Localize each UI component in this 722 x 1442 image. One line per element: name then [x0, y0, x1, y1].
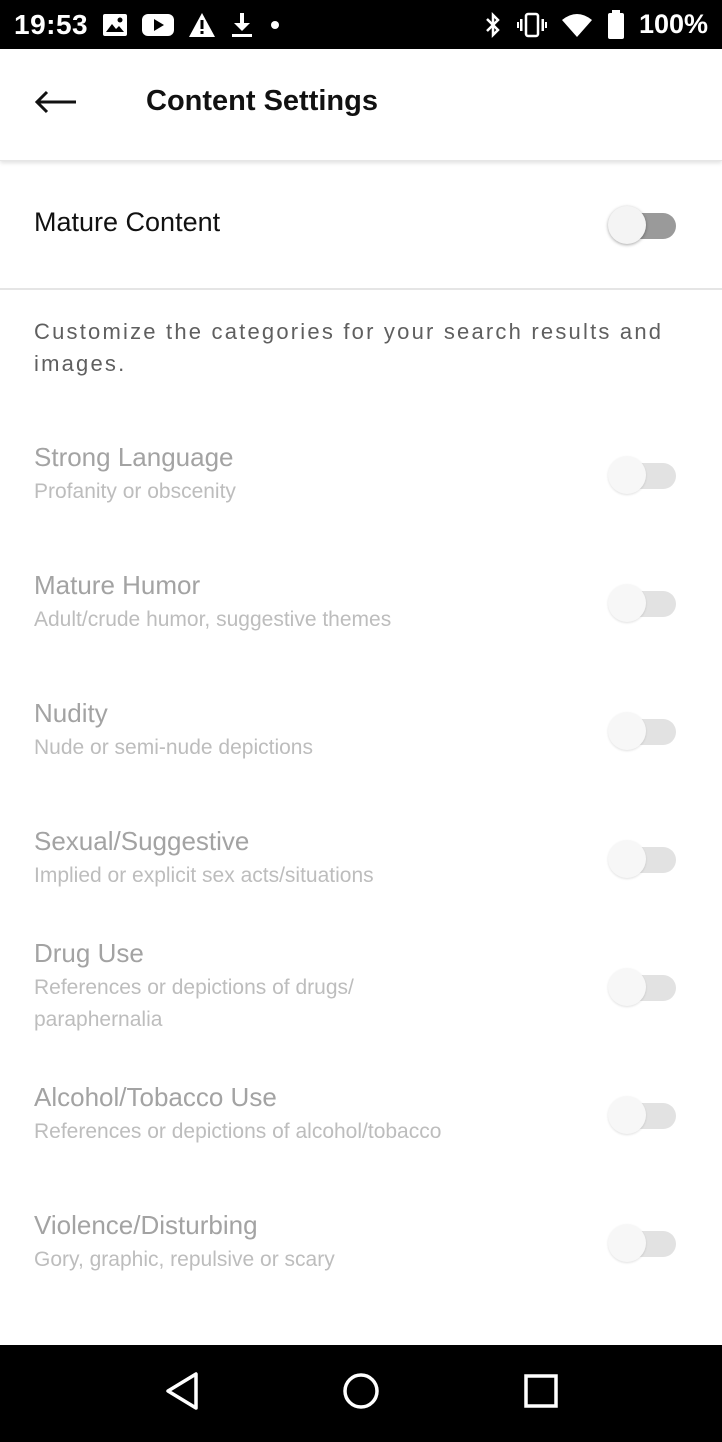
- square-recents-icon: [521, 1371, 561, 1416]
- category-title: Alcohol/Tobacco Use: [34, 1082, 277, 1112]
- categories-description: Customize the categories for your search…: [34, 319, 664, 376]
- notification-dot-icon: [268, 18, 282, 32]
- toggle-thumb: [608, 712, 646, 750]
- category-title: Mature Humor: [34, 570, 201, 600]
- category-subtitle: Nude or semi-nude depictions: [34, 736, 313, 759]
- toggle-thumb: [608, 1224, 646, 1262]
- bluetooth-icon: [483, 11, 503, 39]
- violence-disturbing-toggle[interactable]: [608, 1224, 676, 1262]
- category-subtitle: Gory, graphic, repulsive or scary: [34, 1248, 335, 1271]
- toggle-thumb: [608, 1096, 646, 1134]
- mature-content-row[interactable]: Mature Content: [0, 161, 722, 290]
- nudity-toggle[interactable]: [608, 712, 676, 750]
- download-icon: [230, 12, 254, 38]
- category-title: Nudity: [34, 698, 108, 728]
- sexual-suggestive-toggle[interactable]: [608, 840, 676, 878]
- status-left: 19:53: [14, 9, 282, 41]
- nav-home-button[interactable]: [341, 1371, 381, 1416]
- wifi-icon: [561, 12, 593, 38]
- category-title: Drug Use: [34, 938, 144, 968]
- triangle-back-icon: [164, 1371, 200, 1416]
- category-subtitle: Adult/crude humor, suggestive themes: [34, 608, 392, 631]
- circle-home-icon: [341, 1371, 381, 1416]
- category-title: Sexual/Suggestive: [34, 826, 250, 856]
- vibrate-icon: [516, 12, 547, 38]
- arrow-left-icon: [34, 90, 78, 119]
- alcohol-tobacco-toggle[interactable]: [608, 1096, 676, 1134]
- status-time: 19:53: [14, 8, 89, 40]
- nav-back-button[interactable]: [162, 1371, 202, 1416]
- youtube-icon: [142, 13, 175, 37]
- category-subtitle: References or depictions of drugs/ parap…: [34, 976, 354, 1031]
- battery-icon: [607, 9, 625, 40]
- mature-content-label: Mature Content: [34, 207, 221, 237]
- page-title: Content Settings: [146, 85, 378, 117]
- category-subtitle: References or depictions of alcohol/toba…: [34, 1120, 442, 1143]
- drug-use-toggle[interactable]: [608, 968, 676, 1006]
- app-bar: Content Settings: [0, 49, 722, 161]
- back-button[interactable]: [28, 82, 84, 126]
- strong-language-toggle[interactable]: [608, 456, 676, 494]
- system-nav-bar: [0, 1345, 722, 1442]
- category-subtitle: Implied or explicit sex acts/situations: [34, 864, 374, 887]
- battery-percent: 100%: [638, 9, 708, 39]
- toggle-thumb: [608, 968, 646, 1006]
- gallery-icon: [102, 13, 128, 37]
- category-title: Violence/Disturbing: [34, 1210, 258, 1240]
- toggle-thumb: [608, 584, 646, 622]
- mature-humor-toggle[interactable]: [608, 584, 676, 622]
- warning-icon: [188, 12, 216, 38]
- category-title: Strong Language: [34, 442, 234, 472]
- status-right: 100%: [483, 9, 708, 40]
- mature-content-toggle[interactable]: [608, 206, 676, 244]
- status-bar: 19:53 100%: [0, 0, 722, 49]
- category-subtitle: Profanity or obscenity: [34, 480, 236, 503]
- toggle-thumb: [608, 456, 646, 494]
- toggle-thumb: [608, 206, 646, 244]
- toggle-thumb: [608, 840, 646, 878]
- nav-recents-button[interactable]: [521, 1373, 561, 1413]
